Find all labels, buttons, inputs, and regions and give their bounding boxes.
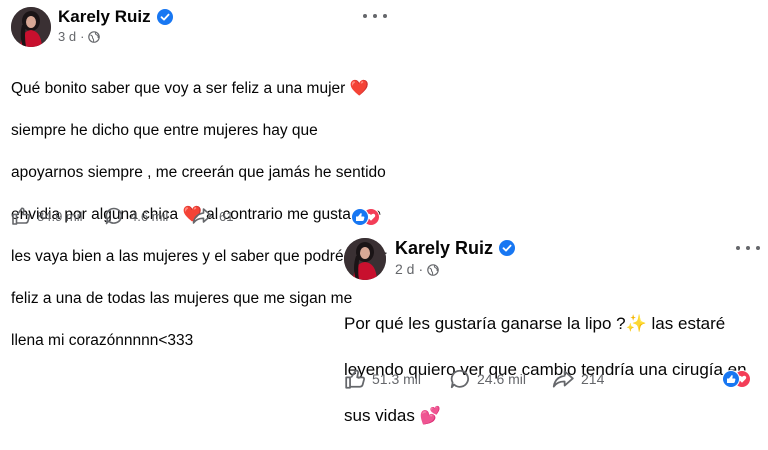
share-icon xyxy=(552,370,574,388)
share-button[interactable]: 214 xyxy=(551,368,604,390)
author-name-row: Karely Ruiz xyxy=(58,7,173,27)
post-1: Karely Ruiz 3 d · Qué bonito saber que v… xyxy=(0,0,392,349)
verified-badge-icon xyxy=(156,9,173,25)
comment-icon xyxy=(450,369,469,389)
like-reaction-icon xyxy=(351,208,369,226)
globe-icon xyxy=(427,263,439,276)
post-meta: 3 d · xyxy=(58,29,101,44)
comment-icon xyxy=(105,207,123,225)
author-avatar[interactable] xyxy=(344,238,386,280)
author-name-row: Karely Ruiz xyxy=(395,238,516,258)
two-hearts-emoji: 💕 xyxy=(419,406,441,425)
comments-count: 4.6 mil xyxy=(130,208,169,224)
shares-count: 214 xyxy=(581,371,605,387)
more-options-icon[interactable] xyxy=(363,10,387,22)
post-2: Karely Ruiz 2 d · Por qué les gustaría g… xyxy=(336,230,768,425)
like-reaction-icon xyxy=(722,370,740,388)
verified-badge-icon xyxy=(499,240,516,256)
reaction-icons[interactable] xyxy=(351,208,383,226)
likes-count: 84.9 mil xyxy=(37,208,83,224)
post-time[interactable]: 3 d xyxy=(58,29,76,44)
globe-icon xyxy=(88,30,101,43)
author-name[interactable]: Karely Ruiz xyxy=(395,238,493,258)
comment-button[interactable]: 4.6 mil xyxy=(104,206,168,226)
post-meta: 2 d · xyxy=(395,261,439,277)
share-icon xyxy=(192,208,212,224)
share-button[interactable]: 61 xyxy=(191,206,233,226)
comment-button[interactable]: 24.6 mil xyxy=(449,368,526,390)
author-avatar[interactable] xyxy=(11,7,51,47)
reaction-icons[interactable] xyxy=(722,370,754,388)
heart-emoji: ❤️ xyxy=(349,80,369,97)
like-icon xyxy=(12,207,31,225)
post-time[interactable]: 2 d xyxy=(395,261,414,277)
comments-count: 24.6 mil xyxy=(477,371,527,387)
author-name[interactable]: Karely Ruiz xyxy=(58,7,151,27)
likes-count: 51.3 mil xyxy=(372,371,422,387)
like-button[interactable]: 51.3 mil xyxy=(344,368,421,390)
like-button[interactable]: 84.9 mil xyxy=(11,206,83,226)
sparkles-emoji: ✨ xyxy=(625,314,647,333)
more-options-icon[interactable] xyxy=(736,242,760,254)
shares-count: 61 xyxy=(219,208,234,224)
like-icon xyxy=(345,369,365,389)
